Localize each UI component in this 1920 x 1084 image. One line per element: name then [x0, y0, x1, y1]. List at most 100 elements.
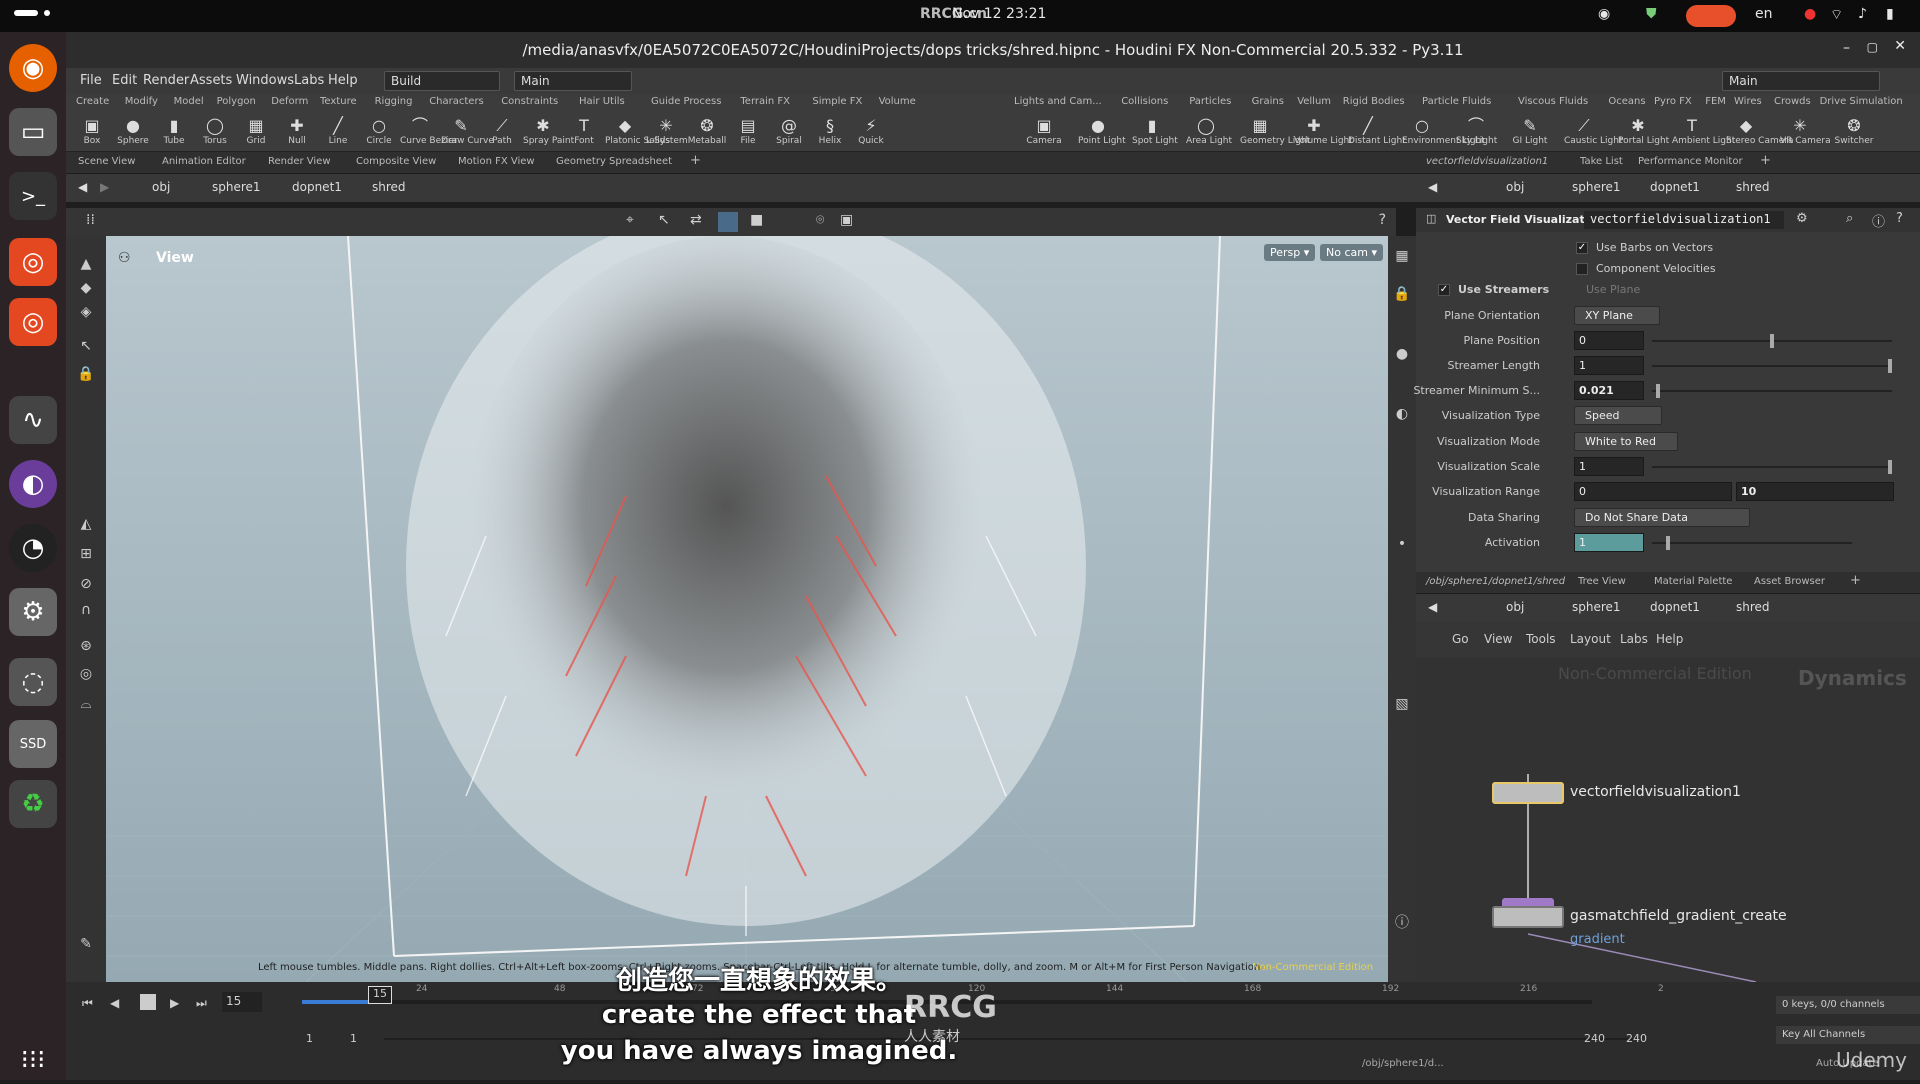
shelf-tool-camera[interactable]: ▣ Camera — [1024, 116, 1064, 150]
shelf-tab-hair-utils[interactable]: Hair Utils — [579, 96, 625, 107]
pose-tool-icon[interactable]: ⊞ — [76, 546, 96, 566]
add-tab-icon[interactable]: + — [690, 153, 701, 168]
shelf-tab-texture[interactable]: Texture — [320, 96, 357, 107]
use-plane-label[interactable]: Use Plane — [1586, 283, 1640, 296]
shelf-tool-line[interactable]: ╱ Line — [318, 116, 358, 150]
3d-viewport[interactable]: ⚇ View Persp ▾ No cam ▾ Left mouse tumbl… — [106, 236, 1388, 982]
network-back-icon[interactable]: ◀ — [1428, 600, 1437, 614]
menu-file[interactable]: File — [80, 73, 102, 88]
tab-material-palette[interactable]: Material Palette — [1654, 576, 1732, 587]
visualization-mode-menu[interactable]: White to Red — [1574, 432, 1678, 451]
net-menu-go[interactable]: Go — [1452, 632, 1469, 646]
shelf-tool-circle[interactable]: ○ Circle — [359, 116, 399, 150]
shelf-tool-grid[interactable]: ▦ Grid — [236, 116, 276, 150]
system-monitor-icon[interactable]: ∿ — [9, 396, 57, 444]
camera-menu[interactable]: No cam ▾ — [1320, 244, 1383, 261]
shelf-tab-characters[interactable]: Characters — [429, 96, 484, 107]
shelf-tab-vellum[interactable]: Vellum — [1297, 96, 1331, 107]
network-crumb-shred[interactable]: shred — [1736, 600, 1770, 614]
shelf-tab-rigid-bodies[interactable]: Rigid Bodies — [1343, 96, 1405, 107]
tab-composite-view[interactable]: Composite View — [356, 156, 436, 167]
wifi-icon[interactable]: ⌔ — [1830, 6, 1843, 24]
streamer-minimum-knob[interactable] — [1656, 384, 1660, 398]
streamer-minimum-slider[interactable] — [1652, 384, 1892, 398]
transform-icon[interactable]: ⇄ — [690, 212, 702, 228]
shelf-tool-environment-light[interactable]: ○ Environment Light — [1402, 116, 1485, 150]
tab-asset-browser[interactable]: Asset Browser — [1754, 576, 1825, 587]
crumb-obj[interactable]: obj — [152, 180, 170, 194]
param-crumb-dopnet1[interactable]: dopnet1 — [1650, 180, 1700, 194]
streamer-length-knob[interactable] — [1888, 359, 1892, 373]
pointer-tool-icon[interactable]: ↖ — [76, 338, 96, 358]
net-menu-tools[interactable]: Tools — [1526, 632, 1556, 646]
shelf-tool-null[interactable]: ✚ Null — [277, 116, 317, 150]
plane-position-knob[interactable] — [1770, 334, 1774, 348]
net-menu-labs[interactable]: Labs — [1620, 632, 1648, 646]
back-icon[interactable]: ◀ — [78, 180, 87, 194]
tab-tree-view[interactable]: Tree View — [1578, 576, 1626, 587]
view-tool-icon[interactable]: ◎ — [76, 666, 96, 686]
lock-camera-icon[interactable]: 🔒 — [1392, 286, 1412, 306]
shelf-tool-point-light[interactable]: ● Point Light — [1078, 116, 1126, 150]
shelf-tool-caustic-light[interactable]: ⟋ Caustic Light — [1564, 116, 1623, 150]
node-name-field[interactable]: vectorfieldvisualization1 — [1584, 211, 1784, 229]
battery-icon[interactable]: ▮ — [1886, 6, 1894, 22]
plane-orientation-menu[interactable]: XY Plane — [1574, 306, 1660, 325]
shelf-tool-box[interactable]: ▣ Box — [72, 116, 112, 150]
shelf-tool-ambient-light[interactable]: T Ambient Light — [1672, 116, 1735, 150]
lock-tool-icon[interactable]: 🔒 — [76, 366, 96, 386]
move-tool-icon[interactable]: ◆ — [76, 280, 96, 300]
paint-tool-icon[interactable]: ✎ — [76, 936, 96, 956]
select-tool-icon[interactable]: ▲ — [76, 256, 96, 276]
param-gear-icon[interactable]: ⚙ — [1796, 211, 1808, 226]
shelf-tool-stereo-camera[interactable]: ◆ Stereo Camera — [1726, 116, 1794, 150]
shelf-tool-l-system[interactable]: ✳ L-System — [646, 116, 688, 150]
show-apps-icon[interactable]: ⁝⁝⁝ — [9, 1036, 57, 1084]
shield-tray-icon[interactable]: ⛊ — [1646, 6, 1657, 22]
use-streamers-checkbox[interactable]: ✓ — [1438, 284, 1450, 296]
range-end-field[interactable]: 240 — [1584, 1032, 1605, 1045]
shelf-tool-draw-curve[interactable]: ✎ Draw Curve — [441, 116, 494, 150]
display-icon[interactable]: ▦ — [1392, 248, 1412, 268]
screen-record-indicator[interactable] — [1686, 5, 1736, 27]
shelf-tool-vr-camera[interactable]: ✳ VR Camera — [1780, 116, 1831, 150]
visualization-range-max-field[interactable]: 10 — [1736, 482, 1894, 501]
handle-tool-icon[interactable]: ⊛ — [76, 638, 96, 658]
shelf-tool-spray-paint[interactable]: ✱ Spray Paint — [523, 116, 574, 150]
snap-icon[interactable]: ⌖ — [626, 212, 634, 228]
persp-menu[interactable]: Persp ▾ — [1264, 244, 1316, 261]
range-end2-field[interactable]: 240 — [1626, 1032, 1647, 1045]
mic-icon[interactable]: ● — [1804, 6, 1816, 22]
context-select[interactable]: Main — [514, 71, 632, 91]
shelf-tab-simple-fx[interactable]: Simple FX — [812, 96, 862, 107]
crumb-shred[interactable]: shred — [372, 180, 406, 194]
use-barbs-checkbox[interactable]: ✓ — [1576, 242, 1588, 254]
shelf-tool-area-light[interactable]: ◯ Area Light — [1186, 116, 1232, 150]
trash-icon[interactable]: ♻ — [9, 780, 57, 828]
clock[interactable]: Nov 12 23:21 — [952, 6, 1046, 22]
shelf-tool-spot-light[interactable]: ▮ Spot Light — [1132, 116, 1178, 150]
tab-vectorfieldvisualization1[interactable]: vectorfieldvisualization1 — [1426, 156, 1548, 167]
background-icon[interactable]: ▧ — [1392, 696, 1412, 716]
shelf-tool-helix[interactable]: § Helix — [810, 116, 850, 150]
camera-icon[interactable]: ⌾ — [816, 212, 824, 228]
visualization-scale-field[interactable]: 1 — [1574, 457, 1644, 476]
shelf-tool-path[interactable]: ⟋ Path — [482, 116, 522, 150]
blender-icon[interactable]: ◔ — [9, 524, 57, 572]
visualization-scale-knob[interactable] — [1888, 460, 1892, 474]
shelf-tab-guide-process[interactable]: Guide Process — [651, 96, 721, 107]
shelf-tab-rigging[interactable]: Rigging — [375, 96, 413, 107]
tab-geometry-spreadsheet[interactable]: Geometry Spreadsheet — [556, 156, 672, 167]
shelf-tool-file[interactable]: ▤ File — [728, 116, 768, 150]
terminal-icon[interactable]: >_ — [9, 172, 57, 220]
node-vectorfieldvisualization1[interactable] — [1492, 782, 1564, 804]
param-crumb-shred[interactable]: shred — [1736, 180, 1770, 194]
data-sharing-menu[interactable]: Do Not Share Data — [1574, 508, 1750, 527]
tab-network-path[interactable]: /obj/sphere1/dopnet1/shred — [1426, 576, 1565, 587]
grid-snap-icon[interactable]: ⁞⁞ — [86, 212, 95, 228]
shelf-tab-volume[interactable]: Volume — [879, 96, 916, 107]
color-app-icon[interactable]: ◐ — [9, 460, 57, 508]
measure-tool-icon[interactable]: ◭ — [76, 516, 96, 536]
disk-utility-icon[interactable]: ◌ — [9, 658, 57, 706]
key-mode-menu[interactable]: Key All Channels — [1776, 1026, 1920, 1044]
